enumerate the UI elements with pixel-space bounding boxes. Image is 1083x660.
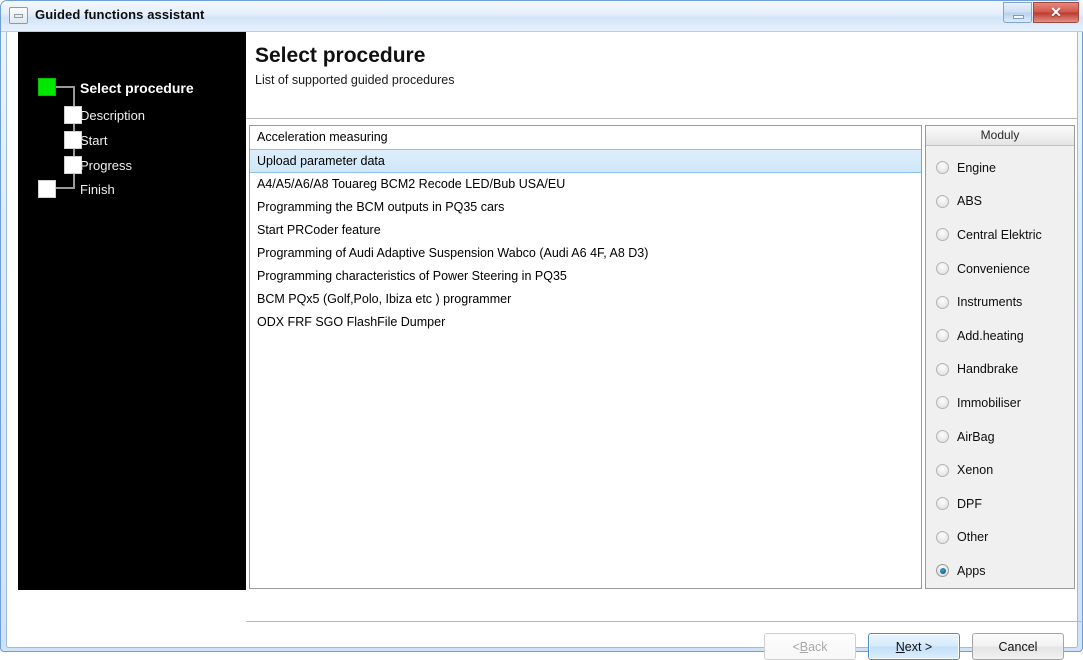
- step-sidebar: Select procedure Description Start Progr…: [18, 32, 246, 590]
- radio-label: DPF: [957, 496, 982, 511]
- radio-option-airbag[interactable]: AirBag: [926, 420, 1074, 454]
- radio-icon[interactable]: [936, 530, 949, 544]
- radio-option-apps[interactable]: Apps: [926, 554, 1074, 588]
- radio-icon[interactable]: [936, 497, 949, 511]
- next-button[interactable]: Next >: [868, 633, 960, 660]
- list-item[interactable]: A4/A5/A6/A8 Touareg BCM2 Recode LED/Bub …: [250, 173, 921, 196]
- radio-icon[interactable]: [936, 262, 949, 276]
- radio-icon-selected[interactable]: [936, 564, 949, 578]
- list-item[interactable]: BCM PQx5 (Golf,Polo, Ibiza etc ) program…: [250, 288, 921, 311]
- header-divider: [246, 118, 1078, 119]
- back-mnemonic: B: [799, 639, 809, 654]
- back-prefix: <: [792, 639, 800, 654]
- step-flow: Select procedure Description Start Progr…: [18, 32, 246, 590]
- radio-icon[interactable]: [936, 161, 949, 175]
- list-item[interactable]: ODX FRF SGO FlashFile Dumper: [250, 311, 921, 334]
- window-title: Guided functions assistant: [35, 7, 205, 22]
- radio-label: Xenon: [957, 463, 994, 478]
- radio-option-handbrake[interactable]: Handbrake: [926, 353, 1074, 387]
- radio-option-dpf[interactable]: DPF: [926, 487, 1074, 521]
- window-box-icon: [9, 7, 28, 24]
- list-item[interactable]: Programming of Audi Adaptive Suspension …: [250, 242, 921, 265]
- radio-option-convenience[interactable]: Convenience: [926, 252, 1074, 286]
- radio-label: Immobiliser: [957, 395, 1021, 410]
- moduly-panel: Moduly Engine ABS Central Elektric Conve…: [925, 125, 1075, 589]
- radio-label: Instruments: [957, 295, 1023, 310]
- step-node-select-procedure[interactable]: [38, 78, 56, 96]
- back-suffix: ack: [808, 639, 828, 654]
- procedure-list[interactable]: Acceleration measuring Upload parameter …: [249, 125, 922, 589]
- radio-label: Convenience: [957, 261, 1030, 276]
- page-subtitle: List of supported guided procedures: [255, 73, 455, 87]
- radio-icon[interactable]: [936, 329, 949, 343]
- cancel-button[interactable]: Cancel: [972, 633, 1064, 660]
- radio-option-immobiliser[interactable]: Immobiliser: [926, 386, 1074, 420]
- close-icon[interactable]: ✕: [1033, 2, 1079, 23]
- radio-icon[interactable]: [936, 194, 949, 208]
- radio-icon[interactable]: [936, 463, 949, 477]
- sidebar-item-select-procedure[interactable]: Select procedure: [80, 80, 194, 96]
- footer-divider: [246, 621, 1083, 622]
- radio-option-add-heating[interactable]: Add.heating: [926, 319, 1074, 353]
- radio-label: Apps: [957, 563, 986, 578]
- step-node-finish[interactable]: [38, 180, 56, 198]
- list-item[interactable]: Upload parameter data: [250, 149, 921, 173]
- radio-label: Other: [957, 530, 989, 545]
- sidebar-item-progress[interactable]: Progress: [80, 158, 132, 173]
- radio-option-instruments[interactable]: Instruments: [926, 285, 1074, 319]
- radio-option-other[interactable]: Other: [926, 521, 1074, 555]
- application-window: Guided functions assistant ✕ Select proc…: [0, 0, 1083, 660]
- window-controls: ✕: [1003, 2, 1079, 24]
- next-mnemonic: N: [895, 639, 905, 654]
- radio-label: ABS: [957, 194, 983, 209]
- radio-option-central-elektric[interactable]: Central Elektric: [926, 218, 1074, 252]
- back-button[interactable]: < Back: [764, 633, 856, 660]
- radio-label: Handbrake: [957, 362, 1019, 377]
- radio-icon[interactable]: [936, 362, 949, 376]
- minimize-button[interactable]: [1003, 2, 1032, 23]
- radio-label: Engine: [957, 160, 996, 175]
- moduly-radio-group: Engine ABS Central Elektric Convenience: [926, 146, 1074, 588]
- list-item[interactable]: Start PRCoder feature: [250, 219, 921, 242]
- radio-option-abs[interactable]: ABS: [926, 185, 1074, 219]
- radio-option-xenon[interactable]: Xenon: [926, 453, 1074, 487]
- main-content: Select procedure List of supported guide…: [246, 32, 1083, 622]
- wizard-buttons: < Back Next > Cancel: [764, 633, 1064, 660]
- radio-label: AirBag: [957, 429, 995, 444]
- sidebar-item-description[interactable]: Description: [80, 108, 145, 123]
- radio-icon[interactable]: [936, 295, 949, 309]
- title-bar: Guided functions assistant ✕: [1, 1, 1083, 32]
- page-title: Select procedure: [255, 44, 426, 67]
- radio-option-engine[interactable]: Engine: [926, 151, 1074, 185]
- radio-icon[interactable]: [936, 430, 949, 444]
- radio-label: Central Elektric: [957, 227, 1042, 242]
- client-area: Select procedure Description Start Progr…: [6, 32, 1083, 660]
- radio-icon[interactable]: [936, 228, 949, 242]
- sidebar-item-finish[interactable]: Finish: [80, 182, 115, 197]
- next-suffix: ext >: [904, 639, 933, 654]
- sidebar-item-start[interactable]: Start: [80, 133, 107, 148]
- list-item[interactable]: Acceleration measuring: [250, 126, 921, 149]
- list-item[interactable]: Programming characteristics of Power Ste…: [250, 265, 921, 288]
- radio-label: Add.heating: [957, 328, 1024, 343]
- radio-icon[interactable]: [936, 396, 949, 410]
- moduly-header: Moduly: [926, 126, 1074, 146]
- list-item[interactable]: Programming the BCM outputs in PQ35 cars: [250, 196, 921, 219]
